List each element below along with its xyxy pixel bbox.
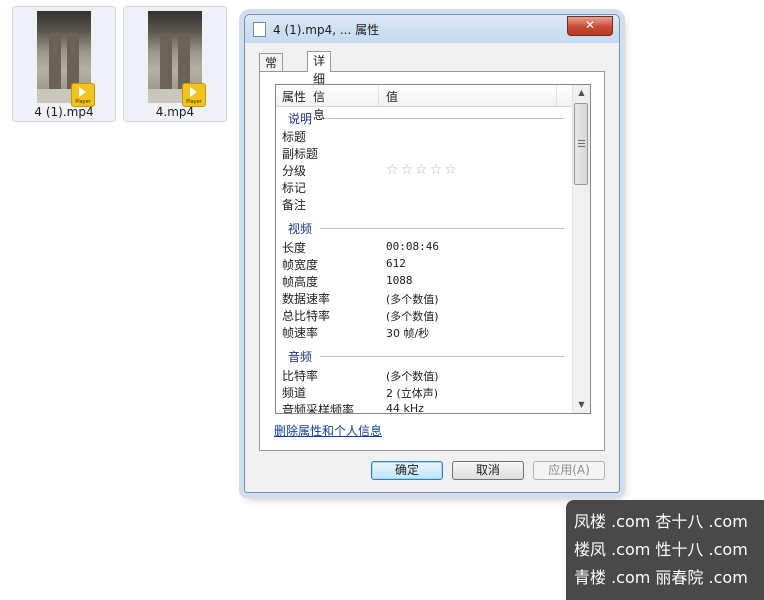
column-header-value[interactable]: 值	[386, 88, 398, 105]
details-panel: 属性 值 说明 标题 副标题 分级 ☆☆☆☆☆ 标记 备注 视频 长度 00:0…	[259, 71, 605, 451]
watermark-line: 凤楼 .com 杏十八 .com	[574, 512, 748, 531]
watermark: 凤楼 .com 杏十八 .com 楼凤 .com 性十八 .com 青楼 .co…	[566, 500, 764, 600]
cancel-button[interactable]: 取消	[452, 461, 524, 480]
property-value[interactable]: 44 kHz	[386, 402, 424, 413]
file-tile-4-1-mp4[interactable]: Player 4 (1).mp4	[12, 6, 116, 122]
dialog-title: 4 (1).mp4, ... 属性	[273, 23, 380, 37]
rating-stars[interactable]: ☆☆☆☆☆	[386, 163, 459, 177]
property-name[interactable]: 长度	[282, 239, 306, 256]
player-badge-icon: Player	[71, 83, 95, 107]
property-value[interactable]: (多个数值)	[386, 368, 439, 384]
property-name[interactable]: 分级	[282, 162, 306, 179]
ok-button[interactable]: 确定	[371, 461, 443, 480]
remove-properties-link[interactable]: 删除属性和个人信息	[274, 422, 382, 439]
property-value[interactable]: (多个数值)	[386, 308, 439, 324]
property-name[interactable]: 数据速率	[282, 290, 330, 307]
properties-icon	[253, 19, 268, 37]
file-tile-4-mp4[interactable]: Player 4.mp4	[123, 6, 227, 122]
property-name[interactable]: 标题	[282, 128, 306, 145]
list-body: 说明 标题 副标题 分级 ☆☆☆☆☆ 标记 备注 视频 长度 00:08:46 …	[276, 107, 574, 413]
tab-details[interactable]: 详细信息	[307, 51, 332, 122]
property-value[interactable]: 30 帧/秒	[386, 325, 429, 341]
property-name[interactable]: 总比特率	[282, 307, 330, 324]
property-value[interactable]: (多个数值)	[386, 291, 439, 307]
dialog-titlebar[interactable]: 4 (1).mp4, ... 属性 ✕	[245, 15, 619, 43]
property-name[interactable]: 比特率	[282, 367, 318, 384]
close-button[interactable]: ✕	[567, 16, 613, 36]
scroll-down-icon[interactable]: ▼	[574, 397, 589, 413]
vertical-scrollbar[interactable]: ▲ ▼	[572, 85, 590, 413]
property-name[interactable]: 帧速率	[282, 324, 318, 341]
property-name[interactable]: 标记	[282, 179, 306, 196]
property-name[interactable]: 备注	[282, 196, 306, 213]
watermark-line: 青楼 .com 丽春院 .com	[574, 568, 748, 587]
group-title-description[interactable]: 说明	[288, 110, 312, 127]
property-value[interactable]: 00:08:46	[386, 240, 439, 253]
group-divider	[320, 118, 564, 119]
property-name[interactable]: 帧高度	[282, 273, 318, 290]
group-divider	[320, 356, 564, 357]
property-name[interactable]: 帧宽度	[282, 256, 318, 273]
property-name[interactable]: 音频采样频率	[282, 401, 354, 413]
file-name: 4 (1).mp4	[34, 105, 94, 119]
properties-dialog: 4 (1).mp4, ... 属性 ✕ 常规 详细信息 属性 值 说明 标题 副…	[244, 14, 620, 493]
apply-button[interactable]: 应用(A)	[533, 461, 605, 480]
property-list[interactable]: 属性 值 说明 标题 副标题 分级 ☆☆☆☆☆ 标记 备注 视频 长度 00:0…	[275, 84, 591, 414]
scrollbar-thumb[interactable]	[574, 103, 588, 185]
property-name[interactable]: 频道	[282, 384, 306, 401]
scroll-up-icon[interactable]: ▲	[574, 85, 589, 101]
file-name: 4.mp4	[155, 105, 195, 119]
group-divider	[320, 228, 564, 229]
group-title-audio[interactable]: 音频	[288, 348, 312, 365]
group-title-video[interactable]: 视频	[288, 220, 312, 237]
player-badge-icon: Player	[182, 83, 206, 107]
property-value[interactable]: 612	[386, 257, 406, 270]
column-header-property[interactable]: 属性	[282, 88, 306, 105]
watermark-line: 楼凤 .com 性十八 .com	[574, 540, 748, 559]
property-value[interactable]: 2 (立体声)	[386, 385, 438, 401]
tab-general[interactable]: 常规	[259, 53, 284, 88]
property-value[interactable]: 1088	[386, 274, 413, 287]
property-name[interactable]: 副标题	[282, 145, 318, 162]
